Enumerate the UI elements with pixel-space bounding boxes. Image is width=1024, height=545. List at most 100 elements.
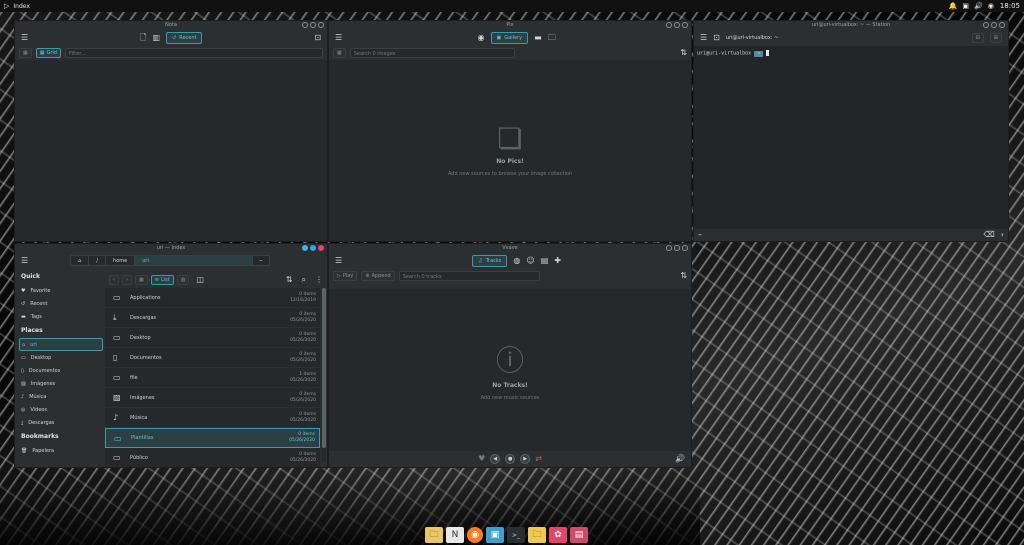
close-button[interactable] [318, 245, 324, 251]
split-view-icon[interactable]: ◫ [196, 276, 204, 284]
maximize-button[interactable] [674, 245, 680, 251]
terminal-tab[interactable]: uri@uri-virtualbox: ~ [726, 35, 778, 41]
minimize-button[interactable] [302, 245, 308, 251]
sidebar-item-documentos[interactable]: ▯ Documentos [19, 364, 103, 377]
close-button[interactable] [682, 245, 688, 251]
firefox-icon[interactable]: ◉ [467, 527, 483, 543]
table-row[interactable]: ▭ Público 0 items 05/26/2020 [105, 448, 320, 467]
table-row[interactable]: ▭ file 1 items 05/26/2020 [105, 368, 320, 388]
table-row[interactable]: ▭ Applications 0 items 12/16/2019 [105, 288, 320, 308]
add-icon[interactable]: ✚ [554, 256, 561, 265]
table-row[interactable]: ⤓ Descargas 0 items 05/26/2020 [105, 308, 320, 328]
play-all-button[interactable]: ▷ Play [333, 271, 358, 281]
maximize-button[interactable] [674, 22, 680, 28]
artists-icon[interactable]: ☺ [526, 256, 534, 265]
menu-icon[interactable]: ☰ [335, 33, 342, 42]
albums-icon[interactable]: ◍ [513, 256, 520, 265]
search-icon[interactable]: ⌕ [302, 276, 306, 284]
more-options-icon[interactable]: ⋮ [315, 276, 323, 284]
station-titlebar[interactable]: uri@uri-virtualbox: ~ — Station [694, 21, 1008, 29]
play-icon[interactable]: ▷ [4, 2, 9, 10]
network-icon[interactable]: ◉ [988, 2, 994, 10]
sidebar-item-desktop[interactable]: ▭ Desktop [19, 351, 103, 364]
battery-icon[interactable]: ▣ [962, 2, 969, 10]
tag-icon[interactable]: ▬ [534, 33, 542, 42]
file-list-scrollbar[interactable] [322, 288, 326, 461]
view-toggle[interactable]: ▦ [19, 48, 32, 58]
store-app-icon[interactable]: ▤ [570, 527, 588, 543]
folder-icon[interactable]: 🗀 [548, 33, 556, 42]
sidebar-item-papelera[interactable]: 🗑 Papelera [19, 444, 103, 457]
home-icon[interactable]: ⌂ [71, 256, 90, 265]
vvave-titlebar[interactable]: Vvave [329, 244, 691, 252]
clear-icon[interactable]: ⌫ [983, 231, 994, 239]
gallery-button[interactable]: ▣ Gallery [490, 31, 529, 44]
columns-view-button[interactable]: ▥ [176, 275, 190, 285]
clock[interactable]: 18:05 [1000, 2, 1020, 10]
new-note-icon[interactable]: ⊡ [314, 33, 321, 42]
active-app-name[interactable]: Index [13, 3, 30, 10]
table-row[interactable]: ▨ Imágenes 0 items 05/26/2020 [105, 388, 320, 408]
next-button[interactable]: ▶ [520, 454, 531, 464]
new-tab-icon[interactable]: ⊡ [713, 33, 720, 42]
terminal-output[interactable]: uri@uri-virtualbox ~ [694, 46, 1008, 229]
sidebar-item-uri[interactable]: ⌂ uri [19, 338, 103, 351]
menu-icon[interactable]: ☰ [335, 256, 342, 265]
new-document-icon[interactable]: 🗋 [140, 33, 146, 42]
recent-button[interactable]: ↺ Recent [166, 31, 203, 44]
close-button[interactable] [318, 22, 324, 28]
menu-icon[interactable]: ☰ [700, 33, 707, 42]
library-icon[interactable]: ▥ [152, 33, 160, 42]
maximize-button[interactable] [310, 22, 316, 28]
index-app-icon[interactable]: 🗀 [528, 527, 546, 543]
sidebar-item-descargas[interactable]: ⤓ Descargas [19, 416, 103, 429]
breadcrumb-root[interactable]: / [89, 256, 107, 265]
grid-view-button[interactable]: ▦ [135, 275, 148, 285]
notification-icon[interactable]: 🔔 [949, 2, 958, 10]
filter-input[interactable]: Filter... [64, 48, 323, 58]
close-button[interactable] [682, 22, 688, 28]
sidebar-item-imagenes[interactable]: ▨ Imágenes [19, 377, 103, 390]
minimize-button[interactable] [666, 22, 672, 28]
shortcut-icon[interactable]: – [698, 231, 702, 239]
menu-icon[interactable]: ☰ [21, 256, 28, 265]
close-button[interactable] [999, 22, 1005, 28]
volume-icon[interactable]: 🔊 [675, 455, 685, 463]
index-titlebar[interactable]: uri — Index [15, 244, 327, 252]
chevron-right-icon[interactable]: › [1001, 231, 1004, 239]
minimize-button[interactable] [983, 22, 989, 28]
pix-app-icon[interactable]: ▣ [486, 527, 504, 543]
maximize-button[interactable] [991, 22, 997, 28]
breadcrumb-uri[interactable]: uri [135, 256, 253, 265]
view-toggle[interactable]: ▦ [333, 48, 346, 58]
minimize-button[interactable] [302, 22, 308, 28]
sidebar-item-recent[interactable]: ↺ Recent [19, 297, 103, 310]
search-images-input[interactable]: Search 0 images [349, 48, 516, 58]
previous-button[interactable]: ◀ [490, 454, 501, 464]
playlists-icon[interactable]: ▤ [541, 256, 549, 265]
eye-icon[interactable]: ◉ [478, 33, 485, 42]
split-horizontal-button[interactable]: ⊟ [971, 32, 984, 43]
list-view-button[interactable]: ≡ List [150, 275, 174, 285]
grid-view-button[interactable]: ▦ Grid [35, 48, 61, 58]
table-row[interactable]: ▭ Plantillas 0 items 05/26/2020 [105, 428, 320, 448]
sort-icon[interactable]: ⇅ [680, 49, 687, 57]
sidebar-item-videos[interactable]: ◎ Vídeos [19, 403, 103, 416]
play-pause-button[interactable]: ● [505, 454, 516, 464]
shuffle-icon[interactable]: ⇄ [535, 455, 542, 463]
pix-titlebar[interactable]: Pix [329, 21, 691, 29]
table-row[interactable]: ▭ Desktop 0 items 05/26/2020 [105, 328, 320, 348]
append-button[interactable]: ⊕ Append [361, 271, 395, 281]
sort-icon[interactable]: ⇅ [680, 272, 687, 280]
folder-app-icon[interactable]: 🗀 [425, 527, 443, 543]
sort-icon[interactable]: ⇅ [286, 276, 293, 284]
edit-path-icon[interactable]: ⎯ [253, 256, 270, 265]
back-button[interactable]: ‹ [109, 275, 119, 285]
sidebar-item-musica[interactable]: ♪ Música [19, 390, 103, 403]
minimize-button[interactable] [666, 245, 672, 251]
volume-icon[interactable]: 🔊 [974, 2, 983, 10]
nota-titlebar[interactable]: Nota [15, 21, 327, 29]
station-app-icon[interactable]: >_ [507, 527, 525, 543]
table-row[interactable]: ▯ Documentos 0 items 05/26/2020 [105, 348, 320, 368]
forward-button[interactable]: › [122, 275, 132, 285]
